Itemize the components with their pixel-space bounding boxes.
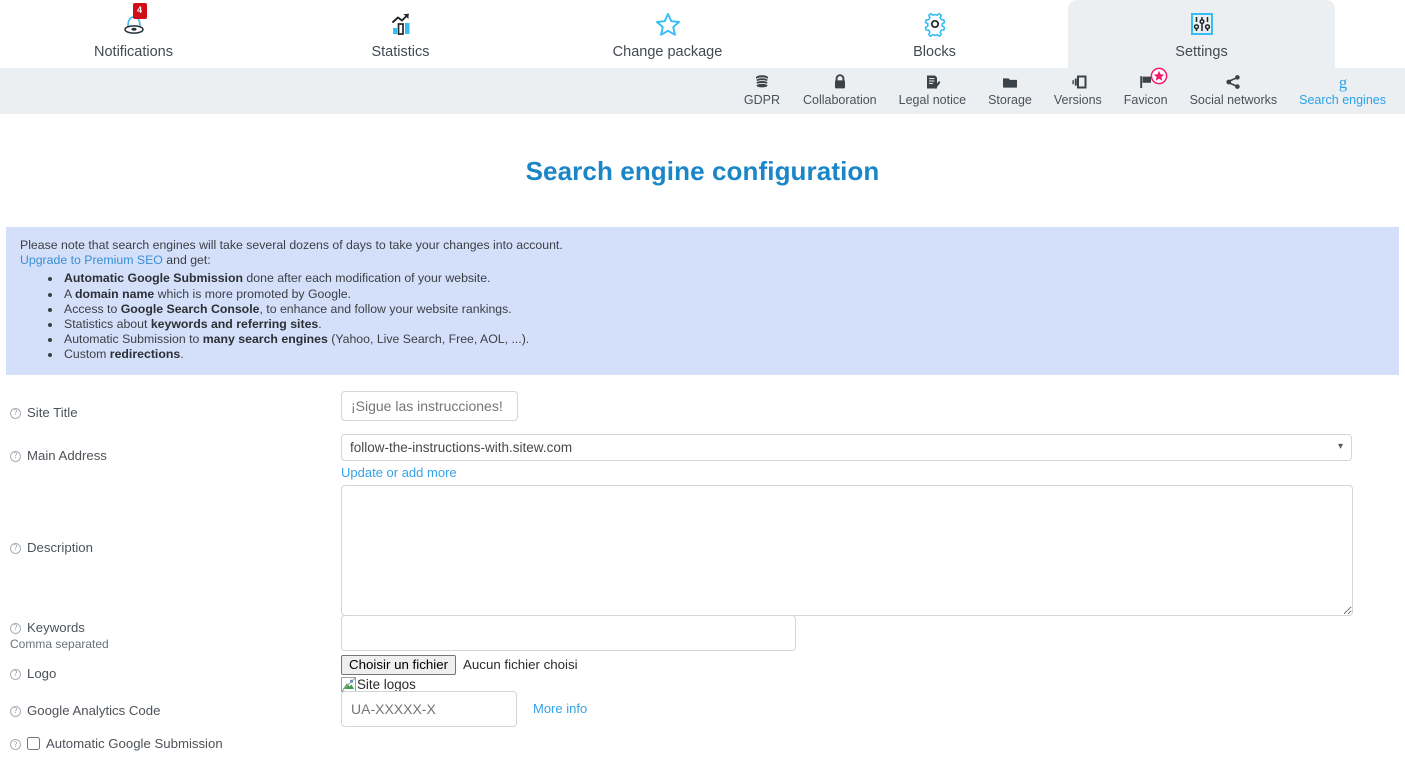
- description-textarea[interactable]: [341, 484, 1353, 616]
- topnav-item-statistics[interactable]: Statistics: [267, 0, 534, 68]
- page-title: Search engine configuration: [525, 156, 880, 186]
- subnav-item-search-engines[interactable]: g Search engines: [1288, 68, 1397, 108]
- choose-file-button[interactable]: Choisir un fichier: [341, 654, 457, 675]
- subnav-item-collaboration[interactable]: Collaboration: [792, 68, 888, 108]
- topnav-item-settings[interactable]: Settings: [1068, 0, 1335, 68]
- database-icon: [752, 71, 772, 92]
- topnav-label-statistics: Statistics: [371, 44, 430, 60]
- analytics-code-input[interactable]: [341, 690, 517, 727]
- keywords-sublabel: Comma separated: [10, 636, 109, 651]
- file-status-text: Aucun fichier choisi: [463, 656, 578, 672]
- keywords-input[interactable]: [341, 614, 796, 651]
- settings-subnavigation: GDPR Collaboration Legal notice Storage …: [0, 67, 1405, 114]
- main-address-select[interactable]: follow-the-instructions-with.sitew.com: [341, 433, 1352, 461]
- logo-preview: Site logos: [341, 676, 578, 692]
- description-label: Description: [27, 539, 93, 555]
- auto-google-submission-row[interactable]: ? Automatic Google Submission: [10, 736, 223, 751]
- help-icon-logo[interactable]: ?: [10, 668, 21, 680]
- topnav-label-blocks: Blocks: [913, 44, 956, 60]
- help-icon-auto-submission[interactable]: ?: [10, 739, 21, 751]
- logo-alt-text: Site logos: [357, 676, 416, 692]
- help-icon-description[interactable]: ?: [10, 542, 21, 554]
- subnav-label-versions: Versions: [1053, 93, 1102, 107]
- sliders-icon: [1185, 7, 1219, 41]
- star-outline-icon: [651, 7, 685, 41]
- subnav-item-legal-notice[interactable]: Legal notice: [888, 68, 977, 108]
- bell-icon: 4: [117, 3, 151, 41]
- topnav-label-notifications: Notifications: [94, 44, 173, 60]
- topnav-label-settings: Settings: [1175, 44, 1228, 60]
- flag-icon: [1136, 67, 1168, 92]
- help-icon-site-title[interactable]: ?: [10, 407, 21, 419]
- info-upgrade-line: Upgrade to Premium SEO and get:: [20, 253, 1399, 268]
- help-icon-keywords[interactable]: ?: [10, 622, 21, 634]
- benefit-item: Automatic Google Submission done after e…: [62, 271, 1399, 286]
- benefit-item: Automatic Submission to many search engi…: [62, 332, 1399, 347]
- subnav-item-favicon[interactable]: Favicon: [1113, 67, 1179, 108]
- benefit-item: A domain name which is more promoted by …: [62, 287, 1399, 302]
- subnav-item-storage[interactable]: Storage: [977, 68, 1043, 108]
- benefit-item: Access to Google Search Console, to enha…: [62, 302, 1399, 317]
- notifications-badge: 4: [132, 3, 147, 19]
- subnav-label-favicon: Favicon: [1123, 93, 1168, 107]
- benefit-item: Statistics about keywords and referring …: [62, 317, 1399, 332]
- subnav-label-legal-notice: Legal notice: [898, 93, 967, 107]
- benefit-item: Custom redirections.: [62, 347, 1399, 362]
- keywords-label: Keywords: [27, 619, 85, 635]
- favicon-star-badge: [1150, 67, 1168, 90]
- analytics-more-info-link[interactable]: More info: [533, 701, 587, 716]
- description-label-group: ? Description: [10, 540, 93, 556]
- topnav-label-change-package: Change package: [612, 44, 723, 60]
- info-note: Please note that search engines will tak…: [20, 238, 563, 252]
- google-g-icon: g: [1333, 71, 1353, 92]
- folder-icon: [1000, 71, 1020, 92]
- update-or-add-more-link[interactable]: Update or add more: [341, 465, 457, 480]
- help-icon-main-address[interactable]: ?: [10, 450, 21, 462]
- logo-file-picker[interactable]: Choisir un fichier Aucun fichier choisi: [341, 654, 578, 675]
- premium-benefits-list: Automatic Google Submission done after e…: [20, 271, 1399, 362]
- subnav-label-social-networks: Social networks: [1189, 93, 1278, 107]
- topnav-item-notifications[interactable]: 4 Notifications: [0, 0, 267, 68]
- subnav-item-versions[interactable]: Versions: [1043, 68, 1113, 108]
- subnav-item-gdpr[interactable]: GDPR: [732, 68, 792, 108]
- primary-navigation: 4 Notifications Statistics Change packag…: [0, 0, 1405, 68]
- upgrade-premium-seo-link[interactable]: Upgrade to Premium SEO: [20, 253, 163, 267]
- share-icon: [1223, 71, 1243, 92]
- auto-google-submission-label: Automatic Google Submission: [46, 735, 223, 751]
- analytics-label-group: ? Google Analytics Code: [10, 703, 160, 719]
- main-address-label: Main Address: [27, 447, 107, 463]
- subnav-label-collaboration: Collaboration: [802, 93, 877, 107]
- gear-icon: [918, 7, 952, 41]
- versions-icon: [1067, 71, 1089, 92]
- analytics-label: Google Analytics Code: [27, 702, 161, 718]
- subnav-item-social-networks[interactable]: Social networks: [1179, 68, 1289, 108]
- help-icon-analytics[interactable]: ?: [10, 705, 21, 717]
- info-and-get: and get:: [162, 253, 211, 268]
- main-address-label-group: ? Main Address: [10, 448, 107, 464]
- document-check-icon: [922, 71, 942, 92]
- subnav-label-search-engines: Search engines: [1299, 93, 1386, 107]
- subnav-label-gdpr: GDPR: [743, 93, 781, 107]
- auto-google-submission-checkbox[interactable]: [27, 736, 40, 750]
- subnav-label-storage: Storage: [988, 93, 1032, 107]
- topnav-item-blocks[interactable]: Blocks: [801, 0, 1068, 68]
- broken-image-icon: [341, 676, 356, 692]
- logo-label-group: ? Logo: [10, 666, 56, 682]
- site-title-label: Site Title: [27, 404, 78, 420]
- bar-chart-trend-icon: [384, 7, 418, 41]
- seo-info-panel: Please note that search engines will tak…: [6, 227, 1399, 375]
- keywords-label-group: ? Keywords: [10, 620, 109, 636]
- logo-label: Logo: [27, 665, 57, 681]
- site-title-input[interactable]: [341, 390, 518, 421]
- topnav-item-change-package[interactable]: Change package: [534, 0, 801, 68]
- site-title-label-group: ? Site Title: [10, 405, 78, 421]
- svg-text:g: g: [1338, 73, 1347, 92]
- lock-icon: [830, 71, 850, 92]
